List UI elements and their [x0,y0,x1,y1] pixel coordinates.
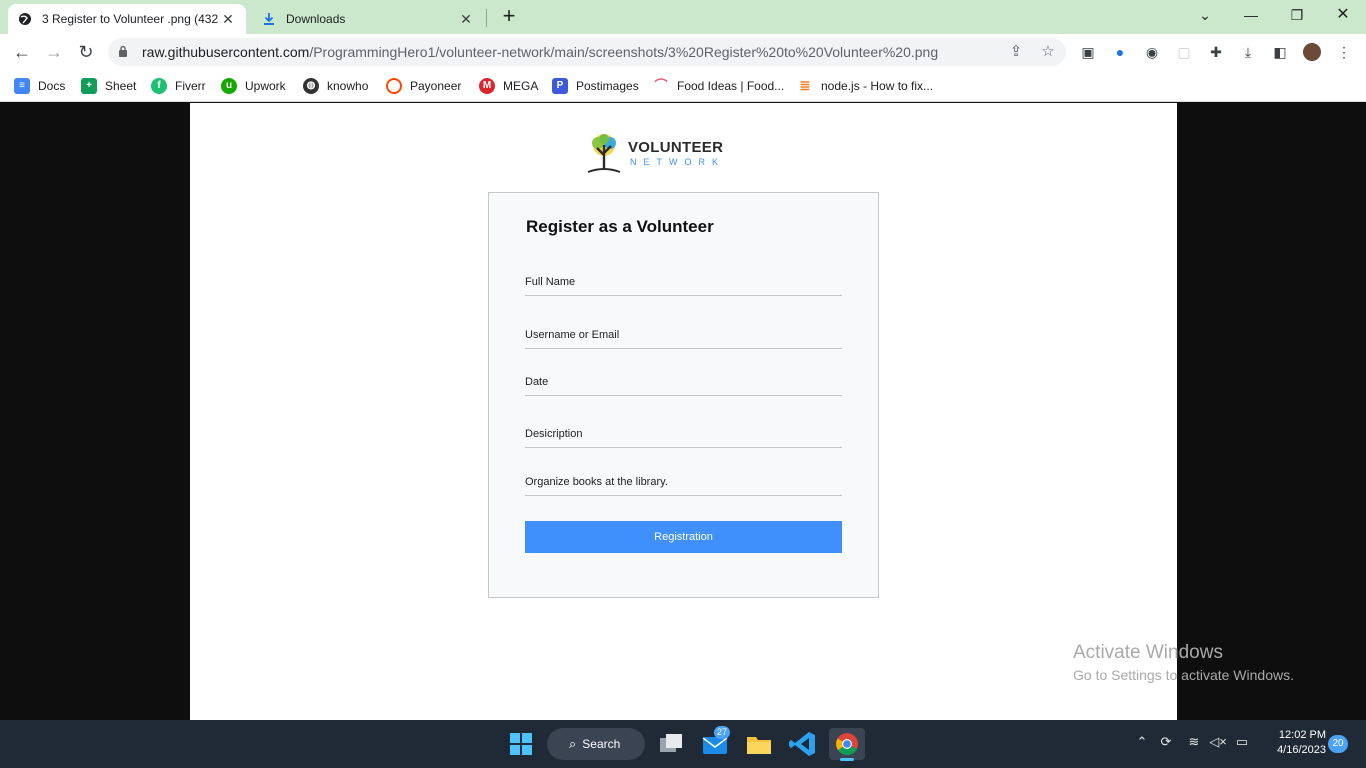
tab-title: 3 Register to Volunteer .png (432 [42,12,219,26]
taskbar-search-button[interactable]: ⌕ Search [547,728,645,760]
close-icon[interactable]: ✕ [458,11,474,27]
page-viewport: VOLUNTEER NETWORK Register as a Voluntee… [0,103,1366,720]
start-button[interactable] [503,728,539,760]
globe-icon: ◍ [303,78,319,94]
register-form-card: Register as a Volunteer Full Name Userna… [488,192,879,598]
chrome-icon [836,733,858,755]
notification-badge[interactable]: 20 [1328,735,1348,753]
puzzle-icon[interactable]: ✚ [1207,43,1225,61]
vscode-icon [789,732,815,756]
logo-text: VOLUNTEER [628,139,724,156]
minimize-button[interactable]: — [1228,0,1274,30]
windows-taskbar: ⌕ Search 27 ⌃ ⟳ ≋ ◁× ▭ 12:02 PM 4/16/202… [0,720,1366,768]
payoneer-icon [386,78,402,94]
bookmark-docs[interactable]: ≡ Docs [14,77,65,95]
bookmark-upwork[interactable]: u Upwork [221,77,286,95]
postimages-icon: P [552,78,568,94]
stackoverflow-icon: ≣ [797,78,813,94]
tab-search-chevron-icon[interactable]: ⌄ [1182,0,1228,30]
logo-subtext: NETWORK [630,157,725,167]
mail-app-button[interactable]: 27 [698,726,734,760]
close-window-button[interactable]: ✕ [1320,0,1366,30]
file-explorer-button[interactable] [741,728,777,760]
forward-button[interactable]: → [42,40,66,64]
search-icon: ⌕ [569,736,577,751]
flamingo-icon: ⌒ [653,78,669,94]
avatar[interactable] [1303,43,1321,61]
download-icon [264,13,274,25]
registration-button[interactable]: Registration [525,521,842,553]
upwork-icon: u [221,78,237,94]
url-text: raw.githubusercontent.com/ProgrammingHer… [142,44,939,60]
bookmark-knowho[interactable]: ◍ knowho [303,77,368,95]
system-clock[interactable]: 12:02 PM 4/16/2023 [1262,728,1326,758]
share-icon[interactable]: ⇪ [1006,42,1026,62]
tree-icon [587,134,621,173]
extension-icon[interactable]: ▢ [1175,43,1193,61]
extension-play-icon[interactable]: ● [1111,43,1129,61]
download-icon[interactable]: ⤓ [1239,43,1257,61]
task-view-button[interactable] [654,728,690,760]
address-bar[interactable]: raw.githubusercontent.com/ProgrammingHer… [108,38,1066,66]
full-name-field[interactable]: Full Name [525,266,842,296]
username-email-field[interactable]: Username or Email [525,319,842,349]
side-panel-icon[interactable]: ◧ [1271,43,1289,61]
volume-muted-icon[interactable]: ◁× [1208,734,1228,750]
lock-icon [119,45,127,57]
camera-icon[interactable]: ◉ [1143,43,1161,61]
wifi-icon[interactable]: ≋ [1184,734,1204,750]
fiverr-icon: f [151,78,167,94]
task-view-icon [660,734,682,752]
bookmark-sheet[interactable]: + Sheet [81,77,136,95]
bookmark-postimages[interactable]: P Postimages [552,77,639,95]
bookmark-fiverr[interactable]: f Fiverr [151,77,206,95]
restore-button[interactable]: ❐ [1274,0,1320,30]
bookmark-payoneer[interactable]: Payoneer [386,77,461,95]
bookmark-star-icon[interactable]: ☆ [1038,42,1058,62]
browser-toolbar: ← → ↻ raw.githubusercontent.com/Programm… [0,34,1366,70]
windows-logo-icon [510,733,532,755]
chrome-button[interactable] [829,728,865,761]
sheets-icon: + [81,78,97,94]
sync-icon[interactable]: ⟳ [1156,734,1176,750]
battery-icon[interactable]: ▭ [1232,734,1252,750]
back-button[interactable]: ← [10,40,34,64]
bookmark-food-ideas[interactable]: ⌒ Food Ideas | Food... [653,77,784,95]
reload-button[interactable]: ↻ [74,40,98,64]
tab-register-image[interactable]: 3 Register to Volunteer .png (432 ✕ [8,4,246,34]
form-title: Register as a Volunteer [526,217,714,236]
mega-icon: M [479,78,495,94]
tab-downloads[interactable]: Downloads ✕ [252,4,484,34]
bookmark-mega[interactable]: M MEGA [479,77,538,95]
volunteer-network-logo: VOLUNTEER NETWORK [584,131,734,177]
description-field[interactable]: Desicription [525,418,842,448]
new-tab-button[interactable]: + [496,5,522,29]
chevron-up-icon[interactable]: ⌃ [1132,734,1152,750]
docs-icon: ≡ [14,78,30,94]
vscode-button[interactable] [785,728,821,760]
folder-icon [747,737,771,754]
close-icon[interactable]: ✕ [220,11,236,27]
task-field[interactable]: Organize books at the library. [525,466,842,496]
tab-title: Downloads [286,12,346,26]
active-app-indicator [840,758,854,761]
bookmark-nodejs[interactable]: ≣ node.js - How to fix... [797,77,933,95]
date-field[interactable]: Date [525,366,842,396]
activate-windows-watermark: Activate Windows Go to Settings to activ… [1073,642,1294,683]
tab-separator [486,9,487,27]
tab-strip: 3 Register to Volunteer .png (432 ✕ Down… [0,0,1366,34]
screenshot-image: VOLUNTEER NETWORK Register as a Voluntee… [190,103,1177,720]
mail-badge: 27 [714,726,731,739]
globe-icon [19,13,31,25]
extension-icon[interactable]: ▣ [1079,43,1097,61]
menu-kebab-icon[interactable]: ⋮ [1335,43,1353,61]
bookmarks-bar: ≡ Docs + Sheet f Fiverr u Upwork ◍ knowho Pay… [0,70,1366,102]
